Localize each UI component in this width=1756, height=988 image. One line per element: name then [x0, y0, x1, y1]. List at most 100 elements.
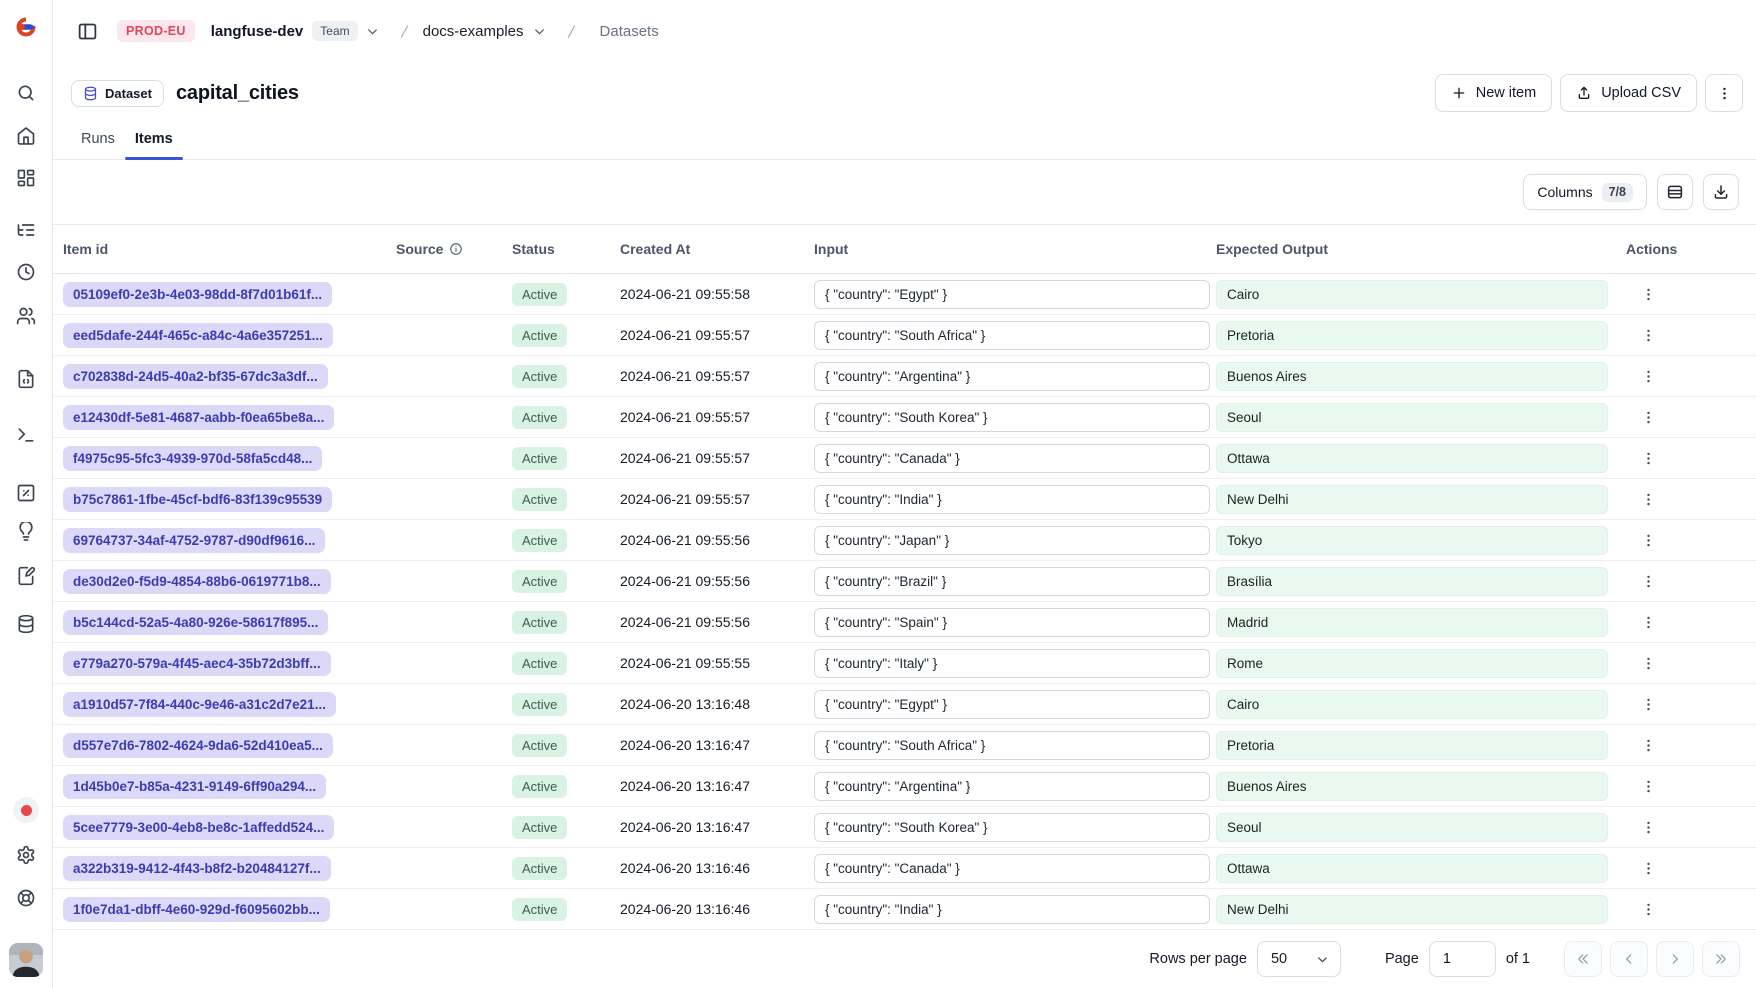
item-id-link[interactable]: e12430df-5e81-4687-aabb-f0ea65be8a... — [63, 405, 334, 430]
recording-indicator[interactable] — [11, 795, 41, 825]
input-value[interactable]: { "country": "Canada" } — [814, 444, 1210, 473]
input-value[interactable]: { "country": "South Africa" } — [814, 731, 1210, 760]
sidebar-item-annotation[interactable] — [11, 561, 41, 591]
item-id-link[interactable]: de30d2e0-f5d9-4854-88b6-0619771b8... — [63, 569, 331, 594]
table-row[interactable]: 05109ef0-2e3b-4e03-98dd-8f7d01b61f... Ac… — [53, 274, 1756, 315]
sidebar-item-playground[interactable] — [11, 420, 41, 450]
rows-per-page-select[interactable]: 50 — [1257, 941, 1341, 977]
next-page-button[interactable] — [1656, 941, 1694, 977]
row-actions-button[interactable] — [1634, 485, 1662, 513]
table-row[interactable]: d557e7d6-7802-4624-9da6-52d410ea5... Act… — [53, 725, 1756, 766]
dataset-menu-button[interactable] — [1705, 74, 1743, 112]
item-id-link[interactable]: b5c144cd-52a5-4a80-926e-58617f895... — [63, 610, 328, 635]
row-actions-button[interactable] — [1634, 526, 1662, 554]
column-header-source[interactable]: Source — [396, 241, 512, 257]
row-actions-button[interactable] — [1634, 772, 1662, 800]
column-header-input[interactable]: Input — [814, 241, 1216, 257]
row-actions-button[interactable] — [1634, 444, 1662, 472]
page-number-input[interactable] — [1429, 941, 1496, 977]
expected-output-value[interactable]: Seoul — [1216, 403, 1608, 432]
sidebar-toggle-button[interactable] — [73, 17, 101, 45]
sidebar-item-evaluation[interactable] — [11, 478, 41, 508]
row-actions-button[interactable] — [1634, 649, 1662, 677]
input-value[interactable]: { "country": "Japan" } — [814, 526, 1210, 555]
row-height-button[interactable] — [1657, 174, 1693, 210]
item-id-link[interactable]: b75c7861-1fbe-45cf-bdf6-83f139c95539 — [63, 487, 332, 512]
prev-page-button[interactable] — [1610, 941, 1648, 977]
input-value[interactable]: { "country": "South Africa" } — [814, 321, 1210, 350]
first-page-button[interactable] — [1564, 941, 1602, 977]
expected-output-value[interactable]: Buenos Aires — [1216, 772, 1608, 801]
input-value[interactable]: { "country": "India" } — [814, 895, 1210, 924]
input-value[interactable]: { "country": "Egypt" } — [814, 280, 1210, 309]
table-row[interactable]: a1910d57-7f84-440c-9e46-a31c2d7e21... Ac… — [53, 684, 1756, 725]
item-id-link[interactable]: a1910d57-7f84-440c-9e46-a31c2d7e21... — [63, 692, 336, 717]
table-row[interactable]: 5cee7779-3e00-4eb8-be8c-1affedd524... Ac… — [53, 807, 1756, 848]
input-value[interactable]: { "country": "Canada" } — [814, 854, 1210, 883]
expected-output-value[interactable]: New Delhi — [1216, 895, 1608, 924]
input-value[interactable]: { "country": "Spain" } — [814, 608, 1210, 637]
input-value[interactable]: { "country": "Argentina" } — [814, 362, 1210, 391]
table-row[interactable]: f4975c95-5fc3-4939-970d-58fa5cd48... Act… — [53, 438, 1756, 479]
expected-output-value[interactable]: Seoul — [1216, 813, 1608, 842]
input-value[interactable]: { "country": "South Korea" } — [814, 403, 1210, 432]
row-actions-button[interactable] — [1634, 895, 1662, 923]
table-row[interactable]: c702838d-24d5-40a2-bf35-67dc3a3df... Act… — [53, 356, 1756, 397]
expected-output-value[interactable]: Tokyo — [1216, 526, 1608, 555]
table-row[interactable]: 69764737-34af-4752-9787-d90df9616... Act… — [53, 520, 1756, 561]
row-actions-button[interactable] — [1634, 813, 1662, 841]
item-id-link[interactable]: 1f0e7da1-dbff-4e60-929d-f6095602bb... — [63, 897, 330, 922]
organization-name[interactable]: langfuse-dev — [211, 23, 304, 40]
column-header-item-id[interactable]: Item id — [63, 241, 396, 257]
sidebar-item-dashboard[interactable] — [11, 163, 41, 193]
table-row[interactable]: b75c7861-1fbe-45cf-bdf6-83f139c95539 Act… — [53, 479, 1756, 520]
table-row[interactable]: b5c144cd-52a5-4a80-926e-58617f895... Act… — [53, 602, 1756, 643]
sidebar-item-settings[interactable] — [11, 840, 41, 870]
item-id-link[interactable]: a322b319-9412-4f43-b8f2-b20484127f... — [63, 856, 331, 881]
expected-output-value[interactable]: Cairo — [1216, 280, 1608, 309]
expected-output-value[interactable]: Ottawa — [1216, 444, 1608, 473]
table-row[interactable]: 1f0e7da1-dbff-4e60-929d-f6095602bb... Ac… — [53, 889, 1756, 930]
tab-runs[interactable]: Runs — [71, 118, 125, 159]
table-row[interactable]: 1d45b0e7-b85a-4231-9149-6ff90a294... Act… — [53, 766, 1756, 807]
input-value[interactable]: { "country": "Argentina" } — [814, 772, 1210, 801]
column-header-expected-output[interactable]: Expected Output — [1216, 241, 1626, 257]
item-id-link[interactable]: d557e7d6-7802-4624-9da6-52d410ea5... — [63, 733, 333, 758]
row-actions-button[interactable] — [1634, 403, 1662, 431]
export-button[interactable] — [1703, 174, 1739, 210]
item-id-link[interactable]: 1d45b0e7-b85a-4231-9149-6ff90a294... — [63, 774, 326, 799]
input-value[interactable]: { "country": "India" } — [814, 485, 1210, 514]
sidebar-item-users[interactable] — [11, 301, 41, 331]
expected-output-value[interactable]: Madrid — [1216, 608, 1608, 637]
last-page-button[interactable] — [1702, 941, 1740, 977]
expected-output-value[interactable]: Cairo — [1216, 690, 1608, 719]
sidebar-item-prompts[interactable] — [11, 364, 41, 394]
input-value[interactable]: { "country": "Brazil" } — [814, 567, 1210, 596]
item-id-link[interactable]: f4975c95-5fc3-4939-970d-58fa5cd48... — [63, 446, 322, 471]
table-row[interactable]: eed5dafe-244f-465c-a84c-4a6e357251... Ac… — [53, 315, 1756, 356]
row-actions-button[interactable] — [1634, 362, 1662, 390]
item-id-link[interactable]: 05109ef0-2e3b-4e03-98dd-8f7d01b61f... — [63, 282, 332, 307]
expected-output-value[interactable]: Ottawa — [1216, 854, 1608, 883]
table-row[interactable]: e12430df-5e81-4687-aabb-f0ea65be8a... Ac… — [53, 397, 1756, 438]
sidebar-item-datasets[interactable] — [11, 609, 41, 639]
table-row[interactable]: e779a270-579a-4f45-aec4-35b72d3bff... Ac… — [53, 643, 1756, 684]
expected-output-value[interactable]: Brasília — [1216, 567, 1608, 596]
expected-output-value[interactable]: Rome — [1216, 649, 1608, 678]
sidebar-item-home[interactable] — [11, 121, 41, 151]
item-id-link[interactable]: eed5dafe-244f-465c-a84c-4a6e357251... — [63, 323, 333, 348]
sidebar-item-suggestions[interactable] — [11, 517, 41, 547]
item-id-link[interactable]: e779a270-579a-4f45-aec4-35b72d3bff... — [63, 651, 331, 676]
row-actions-button[interactable] — [1634, 690, 1662, 718]
table-row[interactable]: a322b319-9412-4f43-b8f2-b20484127f... Ac… — [53, 848, 1756, 889]
row-actions-button[interactable] — [1634, 731, 1662, 759]
user-avatar[interactable] — [9, 943, 43, 977]
input-value[interactable]: { "country": "Italy" } — [814, 649, 1210, 678]
item-id-link[interactable]: 5cee7779-3e00-4eb8-be8c-1affedd524... — [63, 815, 334, 840]
expected-output-value[interactable]: Pretoria — [1216, 731, 1608, 760]
column-header-status[interactable]: Status — [512, 241, 620, 257]
upload-csv-button[interactable]: Upload CSV — [1560, 74, 1697, 112]
row-actions-button[interactable] — [1634, 280, 1662, 308]
columns-button[interactable]: Columns 7/8 — [1523, 174, 1647, 210]
row-actions-button[interactable] — [1634, 567, 1662, 595]
